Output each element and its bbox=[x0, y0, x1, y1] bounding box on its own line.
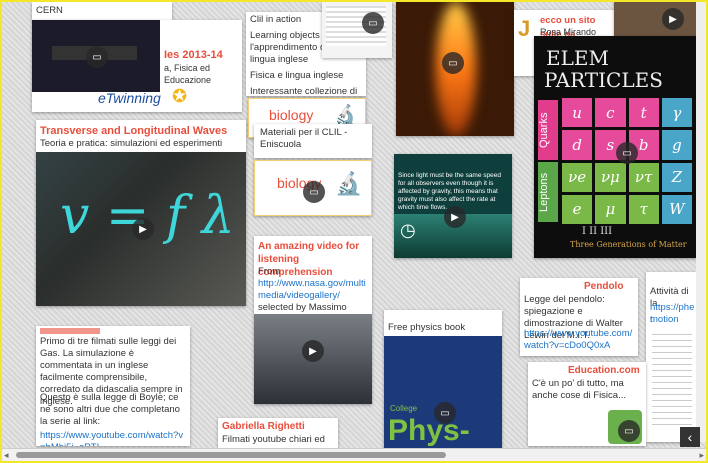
particle-cell: νe bbox=[562, 162, 593, 192]
particle-cell: τ bbox=[628, 194, 659, 224]
gas-title-bar bbox=[40, 328, 100, 334]
card-waves[interactable]: Transverse and Longitudinal Waves Teoria… bbox=[36, 120, 246, 306]
particle-cell: μ bbox=[595, 194, 626, 224]
particle-cell: νμ bbox=[595, 162, 626, 192]
clil-line-4: Interessante collezione di materiali di … bbox=[250, 86, 358, 96]
document-icon[interactable]: ▭ bbox=[618, 420, 640, 442]
card-particles[interactable]: ELEM PARTICLES Quarks Leptons u c t γ d s b g νe… bbox=[534, 36, 698, 258]
scroll-thumb[interactable] bbox=[16, 452, 446, 458]
card-cern[interactable]: CERN bbox=[32, 2, 172, 20]
particle-cell: ντ bbox=[628, 162, 659, 192]
particle-cell: γ bbox=[661, 98, 692, 128]
play-icon[interactable]: ▶ bbox=[132, 218, 154, 240]
gas-link[interactable]: https://www.youtube.com/watch?v=hMhi5j_e… bbox=[40, 430, 186, 446]
card-physics-book[interactable]: Free physics book College Phys- ▭ bbox=[384, 310, 502, 450]
education-para: C'è un po' di tutto, ma anche cose di Fi… bbox=[532, 378, 626, 401]
phet-sub[interactable]: motion bbox=[650, 314, 698, 326]
microscope-icon: 🔬 bbox=[335, 171, 363, 196]
righetti-sub: Filmati youtube chiari ed bbox=[222, 434, 325, 445]
horizontal-scrollbar[interactable]: ◂ ▸ bbox=[2, 448, 706, 461]
document-icon[interactable]: ▭ bbox=[303, 181, 325, 203]
play-icon[interactable]: ▶ bbox=[302, 340, 324, 362]
particle-cell: u bbox=[562, 98, 593, 128]
particle-cell: Z bbox=[661, 162, 692, 192]
physics-book-cover: College Phys- ▭ bbox=[384, 336, 502, 450]
etwinning-title: Ies 2013-14 bbox=[164, 49, 223, 61]
quarks-label: Quarks bbox=[538, 100, 558, 160]
card-biology-2[interactable]: biology 🔬 ▭ bbox=[254, 160, 372, 216]
particles-title-1: ELEM bbox=[546, 46, 609, 70]
padlet-board: CERN Ies 2013-14 a, Fisica ed Educazione… bbox=[0, 0, 708, 463]
card-clil-materials[interactable]: Materiali per il CLIL - Eniscuola bbox=[254, 124, 372, 158]
clil-materials-text: Materiali per il CLIL - Eniscuola bbox=[260, 127, 348, 150]
scroll-left-arrow-icon[interactable]: ◂ bbox=[4, 450, 9, 461]
particle-cell: t bbox=[628, 98, 659, 128]
etwinning-logo: eTwinning bbox=[98, 90, 161, 106]
physics-cover-label: College bbox=[390, 404, 418, 413]
pendolo-link[interactable]: https://www.youtube.com/watch?v=cDo0Q0xA bbox=[524, 328, 636, 352]
phet-preview bbox=[652, 334, 692, 430]
clil-line-3: Fisica e lingua inglese bbox=[250, 70, 344, 81]
scroll-right-arrow-icon[interactable]: ▸ bbox=[699, 450, 704, 461]
gas-para-2: Questo è sulla legge di Boyle; ce ne son… bbox=[40, 392, 180, 427]
vertical-scrollbar[interactable] bbox=[696, 2, 706, 442]
leptons-label: Leptons bbox=[538, 162, 558, 222]
particles-numerals: I II III bbox=[582, 226, 613, 237]
play-icon[interactable]: ▶ bbox=[662, 8, 684, 30]
nasa-video[interactable]: ▶ bbox=[254, 314, 372, 404]
document-icon[interactable]: ▭ bbox=[442, 52, 464, 74]
card-pendolo[interactable]: Pendolo Legge del pendolo: spiegazione e… bbox=[520, 278, 638, 356]
document-icon[interactable]: ▭ bbox=[362, 12, 384, 34]
particle-cell: c bbox=[595, 98, 626, 128]
nasa-from: From bbox=[258, 266, 281, 277]
document-icon[interactable]: ▭ bbox=[616, 142, 638, 164]
particle-cell: d bbox=[562, 130, 593, 160]
waves-title: Transverse and Longitudinal Waves bbox=[40, 125, 228, 137]
site-logo: J bbox=[518, 16, 531, 41]
particles-caption: Three Generations of Matter bbox=[570, 240, 687, 249]
document-icon[interactable]: ▭ bbox=[86, 46, 108, 68]
particle-cell: W bbox=[661, 194, 692, 224]
card-gas-laws[interactable]: Primo di tre filmati sulle leggi dei Gas… bbox=[36, 326, 190, 446]
righetti-title: Gabriella Righetti bbox=[222, 421, 305, 432]
particle-cell: g bbox=[661, 130, 692, 160]
education-title: Education.com bbox=[568, 365, 640, 376]
card-education[interactable]: Education.com C'è un po' di tutto, ma an… bbox=[528, 362, 646, 446]
clock-icon: ◷ bbox=[400, 220, 416, 240]
waves-video[interactable]: v = f λ ▶ bbox=[36, 152, 246, 306]
pendolo-title: Pendolo bbox=[584, 281, 624, 292]
play-icon[interactable]: ▶ bbox=[444, 206, 466, 228]
nasa-link[interactable]: http://www.nasa.gov/multimedia/videogall… bbox=[258, 278, 368, 302]
card-nasa[interactable]: An amazing video for listening comprehen… bbox=[254, 236, 372, 404]
chevron-left-icon[interactable]: ‹ bbox=[680, 427, 700, 447]
physics-cover-title: Phys- bbox=[388, 414, 470, 447]
biology-1-text: biology bbox=[269, 107, 314, 123]
card-light-video[interactable]: Since light must be the same speed for a… bbox=[394, 154, 512, 258]
physics-book-text: Free physics book bbox=[388, 322, 466, 333]
waves-sub: Teoria e pratica: simulazioni ed esperim… bbox=[40, 138, 223, 149]
card-phet[interactable]: Attività di la https://phet. motion bbox=[646, 272, 698, 442]
card-etwinning[interactable]: Ies 2013-14 a, Fisica ed Educazione eTwi… bbox=[32, 20, 242, 112]
card-doc-preview[interactable]: ▭ bbox=[322, 2, 392, 58]
etwinning-star-icon: ✪ bbox=[172, 86, 188, 106]
card-cern-text: CERN bbox=[36, 5, 63, 16]
etwinning-sub: a, Fisica ed Educazione bbox=[164, 63, 212, 85]
card-fire-image[interactable]: ▭ bbox=[396, 2, 514, 136]
document-icon[interactable]: ▭ bbox=[434, 402, 456, 424]
particle-cell: e bbox=[562, 194, 593, 224]
particles-title-2: PARTICLES bbox=[544, 68, 663, 92]
